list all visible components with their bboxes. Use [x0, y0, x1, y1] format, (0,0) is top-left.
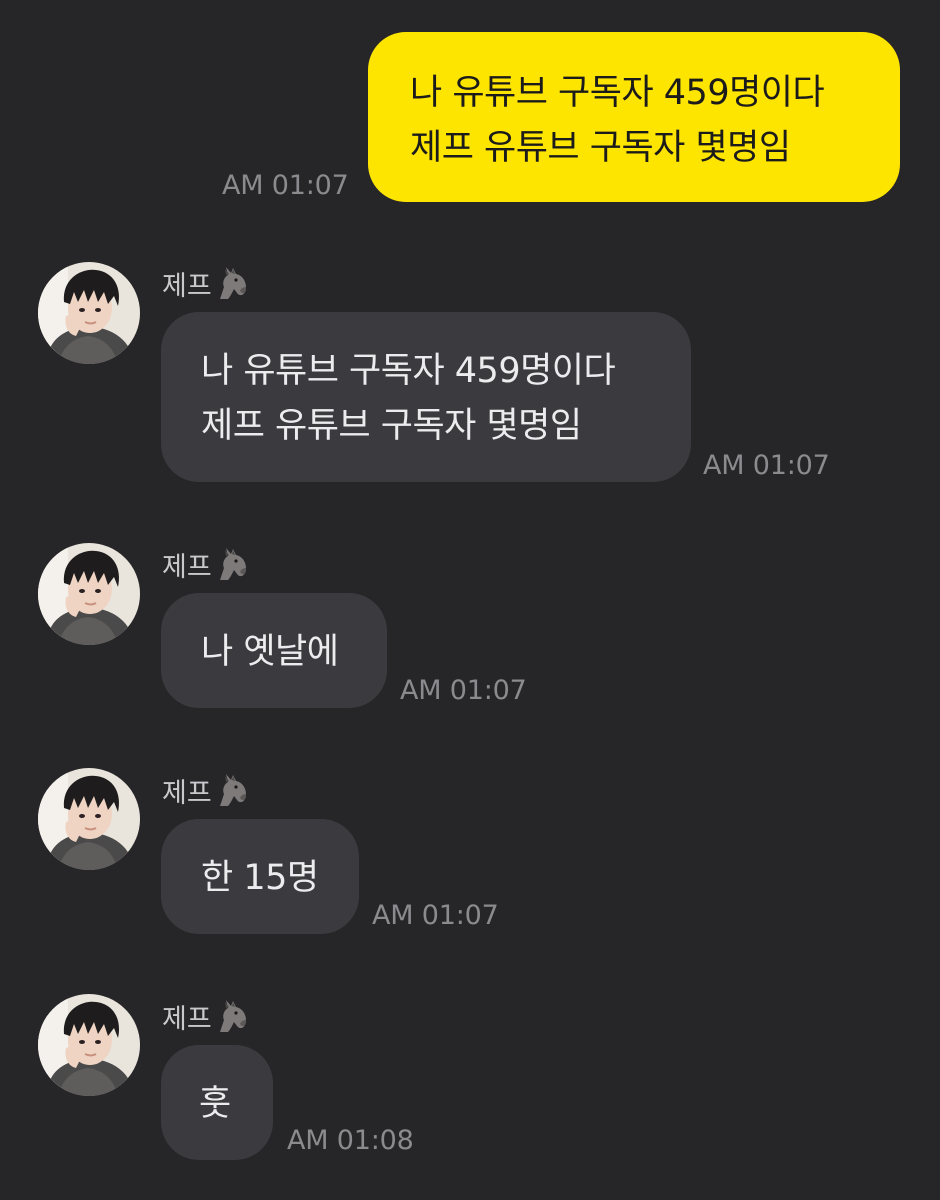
message-text: 나 유튜브 구독자 459명이다: [201, 351, 616, 391]
incoming-message-bubble[interactable]: 나 유튜브 구독자 459명이다 제프 유튜브 구독자 몇명임: [161, 312, 691, 482]
message-text: 한 15명: [201, 858, 319, 898]
message-text: 제프 유튜브 구독자 몇명임: [201, 406, 582, 446]
message-timestamp: AM 01:08: [287, 1125, 414, 1156]
avatar[interactable]: [38, 262, 140, 364]
message-text: 나 옛날에: [201, 632, 339, 672]
donkey-icon: [214, 546, 252, 584]
avatar[interactable]: [38, 543, 140, 645]
message-text: 훗: [199, 1084, 231, 1124]
sender-name-text: 제프: [162, 1004, 212, 1035]
incoming-message-bubble[interactable]: 훗: [161, 1045, 273, 1160]
avatar[interactable]: [38, 768, 140, 870]
sender-name-text: 제프: [162, 552, 212, 583]
message-timestamp: AM 01:07: [400, 675, 527, 706]
sender-name: 제프: [162, 771, 252, 810]
sender-name-text: 제프: [162, 271, 212, 302]
sender-name-text: 제프: [162, 778, 212, 809]
outgoing-message-bubble[interactable]: 나 유튜브 구독자 459명이다 제프 유튜브 구독자 몇명임: [368, 32, 900, 202]
avatar[interactable]: [38, 994, 140, 1096]
donkey-icon: [214, 998, 252, 1036]
message-timestamp: AM 01:07: [372, 900, 499, 931]
donkey-icon: [214, 265, 252, 303]
sender-name: 제프: [162, 997, 252, 1036]
incoming-message-bubble[interactable]: 나 옛날에: [161, 593, 387, 708]
message-timestamp: AM 01:07: [222, 170, 349, 201]
message-text: 나 유튜브 구독자 459명이다: [410, 73, 825, 113]
sender-name: 제프: [162, 545, 252, 584]
chat-view: AM 01:07 나 유튜브 구독자 459명이다 제프 유튜브 구독자 몇명임…: [0, 0, 940, 1200]
message-text: 제프 유튜브 구독자 몇명임: [410, 128, 791, 168]
incoming-message-bubble[interactable]: 한 15명: [161, 819, 359, 934]
donkey-icon: [214, 772, 252, 810]
message-timestamp: AM 01:07: [703, 450, 830, 481]
sender-name: 제프: [162, 264, 252, 303]
